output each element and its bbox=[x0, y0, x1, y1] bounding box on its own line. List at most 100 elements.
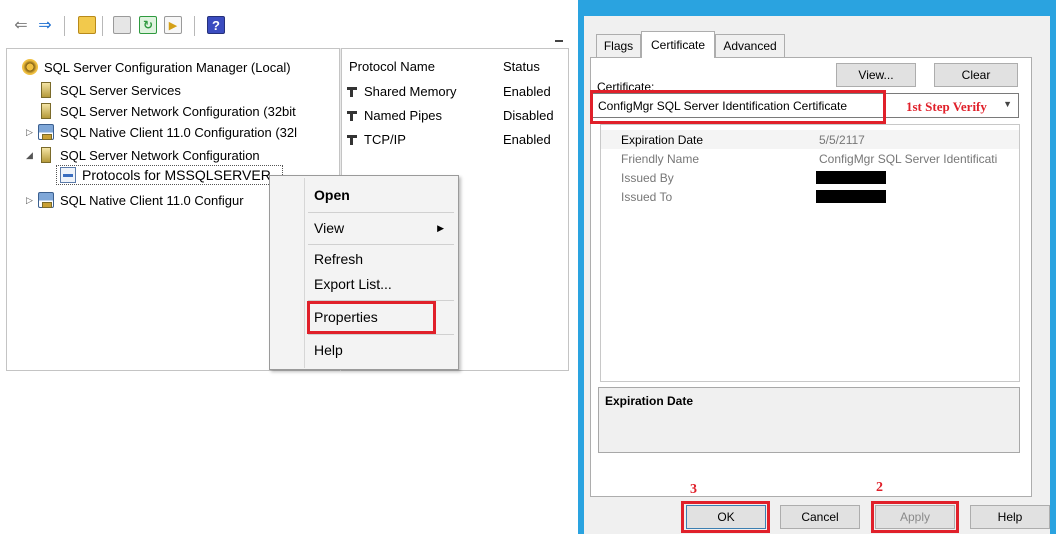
tree-item-label: SQL Native Client 11.0 Configuration (32… bbox=[60, 124, 298, 140]
tree-item-network-config[interactable]: ◢ SQL Server Network Configuration bbox=[26, 145, 260, 165]
column-header-protocol-name[interactable]: Protocol Name bbox=[349, 59, 435, 74]
back-arrow-icon[interactable]: ⇐ bbox=[12, 16, 30, 34]
config-manager-icon bbox=[22, 59, 38, 75]
network-config-icon bbox=[41, 147, 51, 163]
help-icon[interactable]: ? bbox=[207, 16, 225, 34]
menu-item-open[interactable]: Open bbox=[314, 184, 454, 206]
menu-gutter bbox=[304, 178, 305, 368]
detail-key: Issued By bbox=[621, 170, 674, 185]
detail-value: ConfigMgr SQL Server Identificati bbox=[819, 151, 998, 166]
tab-label: Certificate bbox=[650, 38, 706, 52]
tree-item-label: Protocols for MSSQLSERVER bbox=[82, 167, 271, 183]
tree-item-label: SQL Server Services bbox=[60, 82, 181, 98]
tree-item-network-config-32bit[interactable]: SQL Server Network Configuration (32bit bbox=[38, 101, 296, 121]
detail-key: Expiration Date bbox=[621, 132, 704, 147]
step-3-annotation: 3 bbox=[690, 482, 697, 497]
tab-certificate[interactable]: Certificate bbox=[641, 31, 715, 58]
list-item-named-pipes[interactable]: Named Pipes bbox=[345, 106, 442, 124]
submenu-arrow-icon: ▶ bbox=[437, 222, 444, 233]
chevron-down-icon[interactable]: ▼ bbox=[1003, 99, 1012, 109]
expand-arrow-icon[interactable]: ▷ bbox=[26, 195, 38, 206]
protocol-status: Enabled bbox=[503, 131, 551, 147]
clear-button[interactable]: Clear bbox=[934, 63, 1018, 87]
minimize-mark bbox=[555, 40, 563, 42]
detail-row-issued-to[interactable]: Issued To bbox=[601, 187, 1019, 206]
menu-item-refresh[interactable]: Refresh bbox=[314, 248, 454, 270]
tree-item-label: SQL Server Network Configuration bbox=[60, 147, 260, 163]
tree-item-protocols-mssqlserver[interactable]: Protocols for MSSQLSERVER bbox=[60, 165, 271, 185]
sql-config-manager-window: ⇐ ⇒ ↻ ▶ ? SQL Server Configuration Manag… bbox=[0, 0, 578, 534]
ok-highlight-box bbox=[681, 501, 770, 533]
menu-item-help[interactable]: Help bbox=[314, 339, 454, 361]
up-folder-icon[interactable] bbox=[78, 16, 96, 34]
view-button[interactable]: View... bbox=[836, 63, 916, 87]
detail-key: Issued To bbox=[621, 189, 673, 204]
menu-item-label: Refresh bbox=[314, 251, 364, 267]
list-item-shared-memory[interactable]: Shared Memory bbox=[345, 82, 456, 100]
console-tree-icon[interactable] bbox=[113, 16, 131, 34]
button-label: Cancel bbox=[801, 510, 839, 524]
protocol-name: Named Pipes bbox=[364, 107, 443, 123]
menu-item-label: Open bbox=[314, 187, 350, 203]
toolbar-separator bbox=[64, 16, 65, 36]
refresh-icon[interactable]: ↻ bbox=[139, 16, 157, 34]
tree-item-sql-server-services[interactable]: SQL Server Services bbox=[38, 80, 181, 100]
native-client-icon bbox=[38, 192, 54, 208]
column-header-status[interactable]: Status bbox=[503, 59, 540, 74]
step-2-annotation: 2 bbox=[876, 480, 883, 495]
toolbar-separator bbox=[102, 16, 103, 36]
menu-separator bbox=[308, 212, 454, 213]
description-title: Expiration Date bbox=[605, 394, 694, 408]
tree-item-native-client[interactable]: ▷ SQL Native Client 11.0 Configur bbox=[26, 190, 244, 210]
forward-arrow-icon[interactable]: ⇒ bbox=[36, 16, 54, 34]
protocols-icon bbox=[60, 167, 76, 183]
certificate-details-list[interactable]: Expiration Date 5/5/2117 Friendly Name C… bbox=[600, 124, 1020, 382]
step-1-annotation: 1st Step Verify bbox=[906, 99, 987, 114]
protocol-name: Shared Memory bbox=[364, 83, 457, 99]
toolbar-separator bbox=[194, 16, 195, 36]
tree-item-root[interactable]: SQL Server Configuration Manager (Local) bbox=[22, 57, 291, 77]
dialog-titlebar bbox=[584, 0, 1050, 16]
protocol-status: Disabled bbox=[503, 107, 554, 123]
menu-item-label: View bbox=[314, 220, 345, 236]
redaction-bar bbox=[816, 190, 886, 203]
redaction-bar bbox=[816, 171, 886, 184]
apply-highlight-box bbox=[871, 501, 959, 533]
protocol-icon bbox=[345, 133, 361, 145]
protocol-icon bbox=[345, 85, 361, 97]
cancel-button[interactable]: Cancel bbox=[780, 505, 860, 529]
services-icon bbox=[41, 82, 51, 98]
list-item-tcp-ip[interactable]: TCP/IP bbox=[345, 130, 406, 148]
tab-advanced[interactable]: Advanced bbox=[715, 34, 785, 57]
tree-item-label: SQL Server Network Configuration (32bit bbox=[60, 103, 296, 119]
protocol-status: Enabled bbox=[503, 83, 551, 99]
properties-highlight-box bbox=[307, 301, 436, 334]
menu-item-view[interactable]: View ▶ bbox=[314, 217, 454, 239]
tree-item-label: SQL Server Configuration Manager (Local) bbox=[44, 59, 291, 75]
menu-separator bbox=[308, 244, 454, 245]
detail-value: 5/5/2117 bbox=[819, 132, 865, 147]
protocol-icon bbox=[345, 109, 361, 121]
detail-key: Friendly Name bbox=[621, 151, 700, 166]
detail-row-expiration-date[interactable]: Expiration Date 5/5/2117 bbox=[601, 130, 1019, 149]
detail-row-issued-by[interactable]: Issued By bbox=[601, 168, 1019, 187]
certificate-highlight-box bbox=[590, 90, 886, 124]
menu-item-export-list[interactable]: Export List... bbox=[314, 273, 454, 295]
collapse-arrow-icon[interactable]: ◢ bbox=[26, 150, 38, 161]
expand-arrow-icon[interactable]: ▷ bbox=[26, 127, 38, 138]
button-label: Help bbox=[997, 510, 1023, 524]
tab-label: Advanced bbox=[723, 39, 777, 53]
toolbar: ⇐ ⇒ ↻ ▶ ? bbox=[0, 8, 578, 40]
tab-flags[interactable]: Flags bbox=[596, 34, 641, 57]
menu-item-label: Help bbox=[314, 342, 343, 358]
detail-row-friendly-name[interactable]: Friendly Name ConfigMgr SQL Server Ident… bbox=[601, 149, 1019, 168]
description-box: Expiration Date bbox=[598, 387, 1020, 453]
network-config-icon bbox=[41, 103, 51, 119]
menu-separator bbox=[308, 334, 454, 335]
native-client-icon bbox=[38, 124, 54, 140]
tree-item-native-client-32bit[interactable]: ▷ SQL Native Client 11.0 Configuration (… bbox=[26, 122, 297, 142]
help-button[interactable]: Help bbox=[970, 505, 1050, 529]
context-menu: Open View ▶ Refresh Export List... Prope… bbox=[269, 175, 459, 370]
export-icon[interactable]: ▶ bbox=[164, 16, 182, 34]
tab-label: Flags bbox=[603, 39, 634, 53]
